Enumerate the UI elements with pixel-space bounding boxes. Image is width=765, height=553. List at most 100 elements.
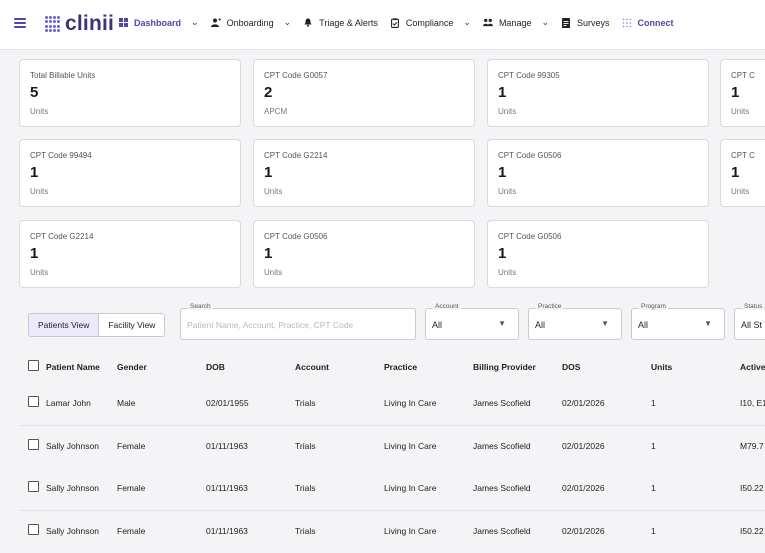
billing-provider-cell: James Scofield xyxy=(473,526,531,536)
dos-cell: 02/01/2026 xyxy=(562,526,605,536)
summary-card: CPT Code 99305 1 Units xyxy=(487,59,709,127)
nav-item-connect[interactable]: Connect xyxy=(622,18,674,28)
people-icon xyxy=(482,18,493,28)
column-header[interactable]: Account xyxy=(295,362,329,372)
column-header[interactable]: Patient Name xyxy=(46,362,100,372)
summary-card: CPT Cod 1 Units xyxy=(720,59,765,127)
program-label: Program xyxy=(639,303,668,310)
card-title: CPT Cod xyxy=(731,151,755,160)
nav-item-onboarding[interactable]: Onboarding ⌄ xyxy=(210,17,292,28)
card-title: CPT Code G0506 xyxy=(498,232,562,241)
summary-card: CPT Code G2214 1 Units xyxy=(19,220,241,288)
row-checkbox[interactable] xyxy=(28,396,39,407)
menu-icon[interactable] xyxy=(14,18,26,28)
clinii-logo[interactable]: clinii xyxy=(45,12,114,36)
card-title: CPT Code 99494 xyxy=(30,151,92,160)
logo-text: clinii xyxy=(65,12,115,35)
account-value: All xyxy=(432,320,443,330)
row-checkbox[interactable] xyxy=(28,524,39,535)
practice-select[interactable]: Practice All ▼ xyxy=(528,303,622,340)
card-unit: Units xyxy=(264,268,283,277)
search-field[interactable]: Search Patient Name, Account, Practice, … xyxy=(180,303,416,340)
column-header[interactable]: DOB xyxy=(206,362,225,372)
column-header[interactable]: Units xyxy=(651,362,672,372)
search-label: Search xyxy=(188,303,213,310)
summary-card: Total Billable Units 5 Units xyxy=(19,59,241,127)
facility-view-button[interactable]: Facility View xyxy=(99,314,164,336)
units-cell: 1 xyxy=(651,483,656,493)
card-unit: Units xyxy=(498,187,517,196)
person-add-icon xyxy=(210,18,221,28)
row-checkbox[interactable] xyxy=(28,481,39,492)
main-nav: Dashboard ⌄ Onboarding ⌄ Triage & Alerts… xyxy=(118,17,686,28)
card-value: 2 xyxy=(264,84,273,101)
dropdown-arrow-icon: ▼ xyxy=(498,319,506,328)
table-row[interactable]: Sally Johnson Female 01/11/1963 Trials L… xyxy=(19,426,765,469)
patients-view-button[interactable]: Patients View xyxy=(29,314,100,336)
card-title: CPT Code G0057 xyxy=(264,71,328,80)
practice-value: All xyxy=(535,320,546,330)
account-label: Account xyxy=(433,303,461,310)
account-cell: Trials xyxy=(295,526,316,536)
card-value: 1 xyxy=(30,245,39,262)
logo-mark-icon xyxy=(45,16,61,32)
units-cell: 1 xyxy=(651,526,656,536)
nav-item-label: Triage & Alerts xyxy=(319,17,378,28)
dob-cell: 01/11/1963 xyxy=(206,526,248,536)
practice-cell: Living In Care xyxy=(384,483,437,493)
select-all-checkbox[interactable] xyxy=(28,360,39,371)
status-select[interactable]: Status All St xyxy=(734,303,765,340)
account-select[interactable]: Account All ▼ xyxy=(425,303,519,340)
patient-name-cell: Sally Johnson xyxy=(46,441,99,451)
nav-item-dashboard[interactable]: Dashboard ⌄ xyxy=(118,17,199,28)
column-header[interactable]: Billing Provider xyxy=(473,362,536,372)
chevron-down-icon: ⌄ xyxy=(541,17,550,27)
nav-item-label: Manage xyxy=(498,17,532,28)
account-cell: Trials xyxy=(295,398,316,408)
nav-item-triage-alerts[interactable]: Triage & Alerts xyxy=(303,18,378,28)
patient-name-cell: Sally Johnson xyxy=(46,526,99,536)
summary-card: CPT Code G0506 1 Units xyxy=(253,220,475,288)
chevron-down-icon: ⌄ xyxy=(283,17,292,27)
card-title: CPT Code G0506 xyxy=(264,232,328,241)
card-value: 1 xyxy=(30,164,39,181)
card-value: 1 xyxy=(731,164,740,181)
units-cell: 1 xyxy=(651,441,656,451)
card-title: CPT Code G2214 xyxy=(30,232,94,241)
card-title: CPT Code G2214 xyxy=(264,151,328,160)
gender-cell: Male xyxy=(117,398,136,408)
dropdown-arrow-icon: ▼ xyxy=(601,319,609,328)
column-header[interactable]: Active xyxy=(740,362,765,372)
account-cell: Trials xyxy=(295,441,316,451)
dob-cell: 01/11/1963 xyxy=(206,483,248,493)
card-value: 1 xyxy=(498,84,507,101)
practice-cell: Living In Care xyxy=(384,526,437,536)
search-input[interactable]: Patient Name, Account, Practice, CPT Cod… xyxy=(187,320,353,330)
table-row[interactable]: Lamar John Male 02/01/1955 Trials Living… xyxy=(19,383,765,426)
nav-item-compliance[interactable]: Compliance ⌄ xyxy=(390,17,471,28)
nav-item-label: Surveys xyxy=(577,17,610,28)
summary-card: CPT Code G0506 1 Units xyxy=(487,139,709,207)
program-select[interactable]: Program All ▼ xyxy=(631,303,725,340)
practice-cell: Living In Care xyxy=(384,441,437,451)
dob-cell: 01/11/1963 xyxy=(206,441,248,451)
nav-item-manage[interactable]: Manage ⌄ xyxy=(482,17,550,28)
nav-item-label: Onboarding xyxy=(226,17,274,28)
column-header[interactable]: Practice xyxy=(384,362,417,372)
row-checkbox[interactable] xyxy=(28,439,39,450)
card-unit: Units xyxy=(30,187,49,196)
column-header[interactable]: DOS xyxy=(562,362,580,372)
column-header[interactable]: Gender xyxy=(117,362,147,372)
table-row[interactable]: Sally Johnson Female 01/11/1963 Trials L… xyxy=(19,511,765,553)
billing-provider-cell: James Scofield xyxy=(473,398,531,408)
account-cell: Trials xyxy=(295,483,316,493)
table-row[interactable]: Sally Johnson Female 01/11/1963 Trials L… xyxy=(19,468,765,511)
practice-label: Practice xyxy=(536,303,564,310)
practice-cell: Living In Care xyxy=(384,398,437,408)
card-title: CPT Code 99305 xyxy=(498,71,560,80)
dob-cell: 02/01/1955 xyxy=(206,398,249,408)
active-cell: I50.22 xyxy=(740,483,764,493)
nav-item-surveys[interactable]: Surveys xyxy=(561,17,610,28)
table-header-row: Patient Name Gender DOB Account Practice… xyxy=(19,348,765,384)
nav-item-label: Dashboard xyxy=(134,17,182,28)
